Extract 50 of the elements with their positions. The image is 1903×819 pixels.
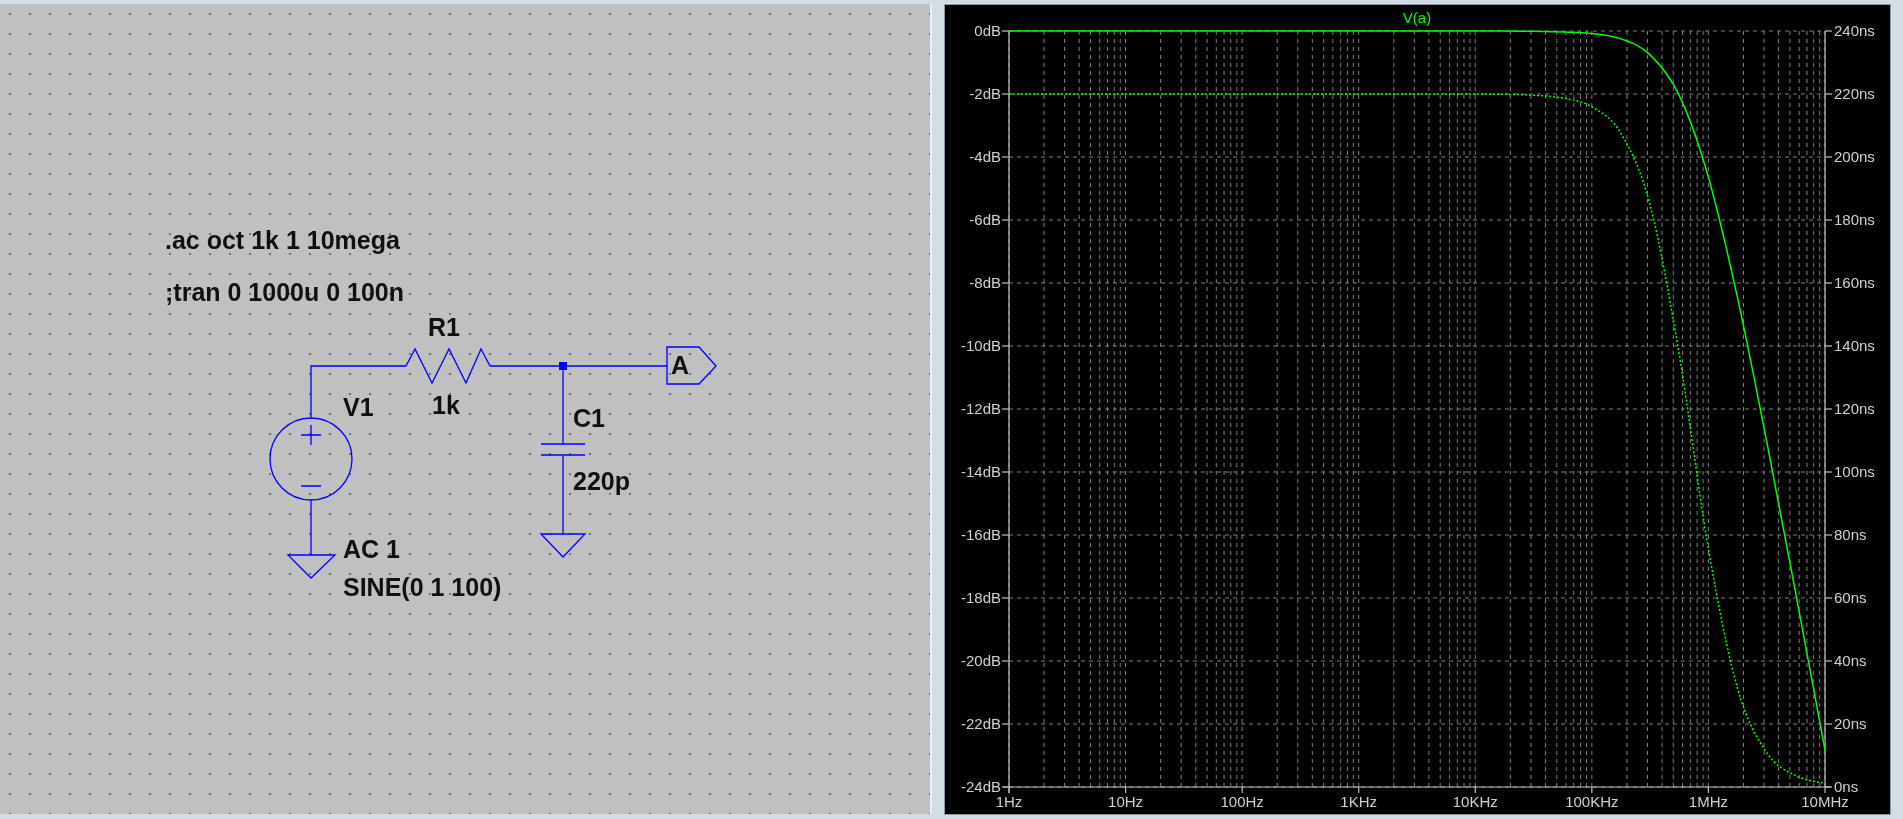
y-tick-label: -24dB xyxy=(960,778,1001,795)
y-tick-label: -10dB xyxy=(960,337,1001,354)
y2-tick-label: 80ns xyxy=(1834,526,1867,543)
trace-label[interactable]: V(a) xyxy=(1402,9,1432,26)
y2-tick-label: 220ns xyxy=(1834,85,1875,102)
x-tick-label: 10KHz xyxy=(1452,793,1498,810)
component-value: 220p xyxy=(573,467,630,495)
y-tick-label: -20dB xyxy=(960,652,1001,669)
y2-tick-label: 120ns xyxy=(1834,400,1875,417)
y-tick-label: 0dB xyxy=(974,22,1001,39)
y2-tick-label: 60ns xyxy=(1834,589,1867,606)
y-tick-label: -12dB xyxy=(960,400,1001,417)
y2-tick-label: 140ns xyxy=(1834,337,1875,354)
y-tick-label: -18dB xyxy=(960,589,1001,606)
y-tick-label: -2dB xyxy=(969,85,1001,102)
x-tick-label: 100Hz xyxy=(1220,793,1264,810)
spice-directive: ;tran 0 1000u 0 100n xyxy=(165,278,404,306)
y2-tick-label: 200ns xyxy=(1834,148,1875,165)
net-label-flag xyxy=(666,346,717,385)
y-tick-label: -8dB xyxy=(969,274,1001,291)
spice-directive: .ac oct 1k 1 10mega xyxy=(165,226,400,254)
y2-tick-label: 180ns xyxy=(1834,211,1875,228)
y2-tick-label: 240ns xyxy=(1834,22,1875,39)
y2-tick-label: 0ns xyxy=(1834,778,1859,795)
component-name: C1 xyxy=(573,404,605,432)
y2-tick-label: 100ns xyxy=(1834,463,1875,480)
x-tick-label: 10Hz xyxy=(1108,793,1144,810)
y2-tick-label: 40ns xyxy=(1834,652,1867,669)
net-label: A xyxy=(671,351,690,379)
x-tick-label: 10MHz xyxy=(1801,793,1849,810)
component-name: V1 xyxy=(343,393,374,421)
x-tick-label: 1KHz xyxy=(1340,793,1378,810)
y-tick-label: -22dB xyxy=(960,715,1001,732)
y-tick-label: -4dB xyxy=(969,148,1001,165)
capacitor-drawing xyxy=(540,443,586,456)
ground-icon xyxy=(286,554,337,579)
source-value: AC 1 xyxy=(343,535,400,563)
y-tick-label: -6dB xyxy=(969,211,1001,228)
component-name: R1 xyxy=(428,313,460,341)
wire xyxy=(310,499,312,556)
component-value: 1k xyxy=(432,391,460,419)
x-tick-label: 100KHz xyxy=(1565,793,1619,810)
source-value: SINE(0 1 100) xyxy=(343,573,502,601)
y-tick-label: -16dB xyxy=(960,526,1001,543)
ground-icon xyxy=(539,533,587,558)
x-tick-label: 1MHz xyxy=(1688,793,1728,810)
y2-tick-label: 160ns xyxy=(1834,274,1875,291)
y2-tick-label: 20ns xyxy=(1834,715,1867,732)
x-tick-label: 1Hz xyxy=(995,793,1023,810)
y-tick-label: -14dB xyxy=(960,463,1001,480)
